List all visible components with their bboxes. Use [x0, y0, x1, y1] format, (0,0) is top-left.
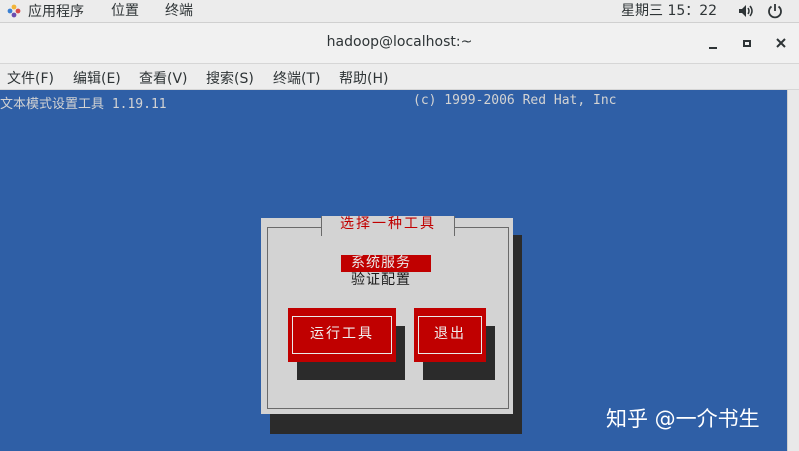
- menu-terminal[interactable]: 终端(T): [273, 68, 320, 88]
- list-item-auth-config[interactable]: 验证配置: [341, 272, 431, 289]
- power-icon[interactable]: [766, 2, 784, 20]
- terminal-header-right: (c) 1999-2006 Red Hat, Inc: [413, 93, 617, 108]
- run-tool-button-label: 运行工具: [292, 316, 392, 354]
- window-title-bar[interactable]: hadoop@localhost:~: [0, 23, 799, 64]
- quit-button[interactable]: 退出: [414, 308, 486, 362]
- clock[interactable]: 星期三 15：22: [621, 1, 717, 21]
- applications-label: 应用程序: [28, 4, 84, 20]
- applications-menu[interactable]: 应用程序: [6, 1, 84, 21]
- menu-help[interactable]: 帮助(H): [339, 68, 388, 88]
- list-item-system-services[interactable]: 系统服务: [341, 255, 431, 272]
- minimize-icon[interactable]: [703, 33, 723, 53]
- menu-view[interactable]: 查看(V): [139, 68, 188, 88]
- window-title: hadoop@localhost:~: [326, 34, 473, 50]
- menubar: 文件(F) 编辑(E) 查看(V) 搜索(S) 终端(T) 帮助(H): [0, 64, 799, 90]
- maximize-icon[interactable]: [737, 33, 757, 53]
- dialog-title: 选择一种工具: [321, 216, 455, 236]
- gnome-apps-icon: [6, 3, 22, 19]
- places-menu[interactable]: 位置: [111, 1, 139, 21]
- menu-edit[interactable]: 编辑(E): [73, 68, 121, 88]
- watermark: 知乎 @一介书生: [606, 407, 760, 431]
- terminal-header-left: 文本模式设置工具 1.19.11: [0, 97, 167, 112]
- terminal-app-menu[interactable]: 终端: [165, 1, 193, 21]
- volume-icon[interactable]: [737, 2, 755, 20]
- gnome-top-bar: 应用程序 位置 终端 星期三 15：22: [0, 0, 799, 23]
- menu-file[interactable]: 文件(F): [7, 68, 54, 88]
- menu-search[interactable]: 搜索(S): [206, 68, 254, 88]
- close-icon[interactable]: [771, 33, 791, 53]
- quit-button-label: 退出: [418, 316, 482, 354]
- tool-select-dialog: 选择一种工具 系统服务 验证配置 运行工具 退出: [261, 216, 513, 414]
- run-tool-button[interactable]: 运行工具: [288, 308, 396, 362]
- terminal-scrollbar[interactable]: [787, 90, 799, 451]
